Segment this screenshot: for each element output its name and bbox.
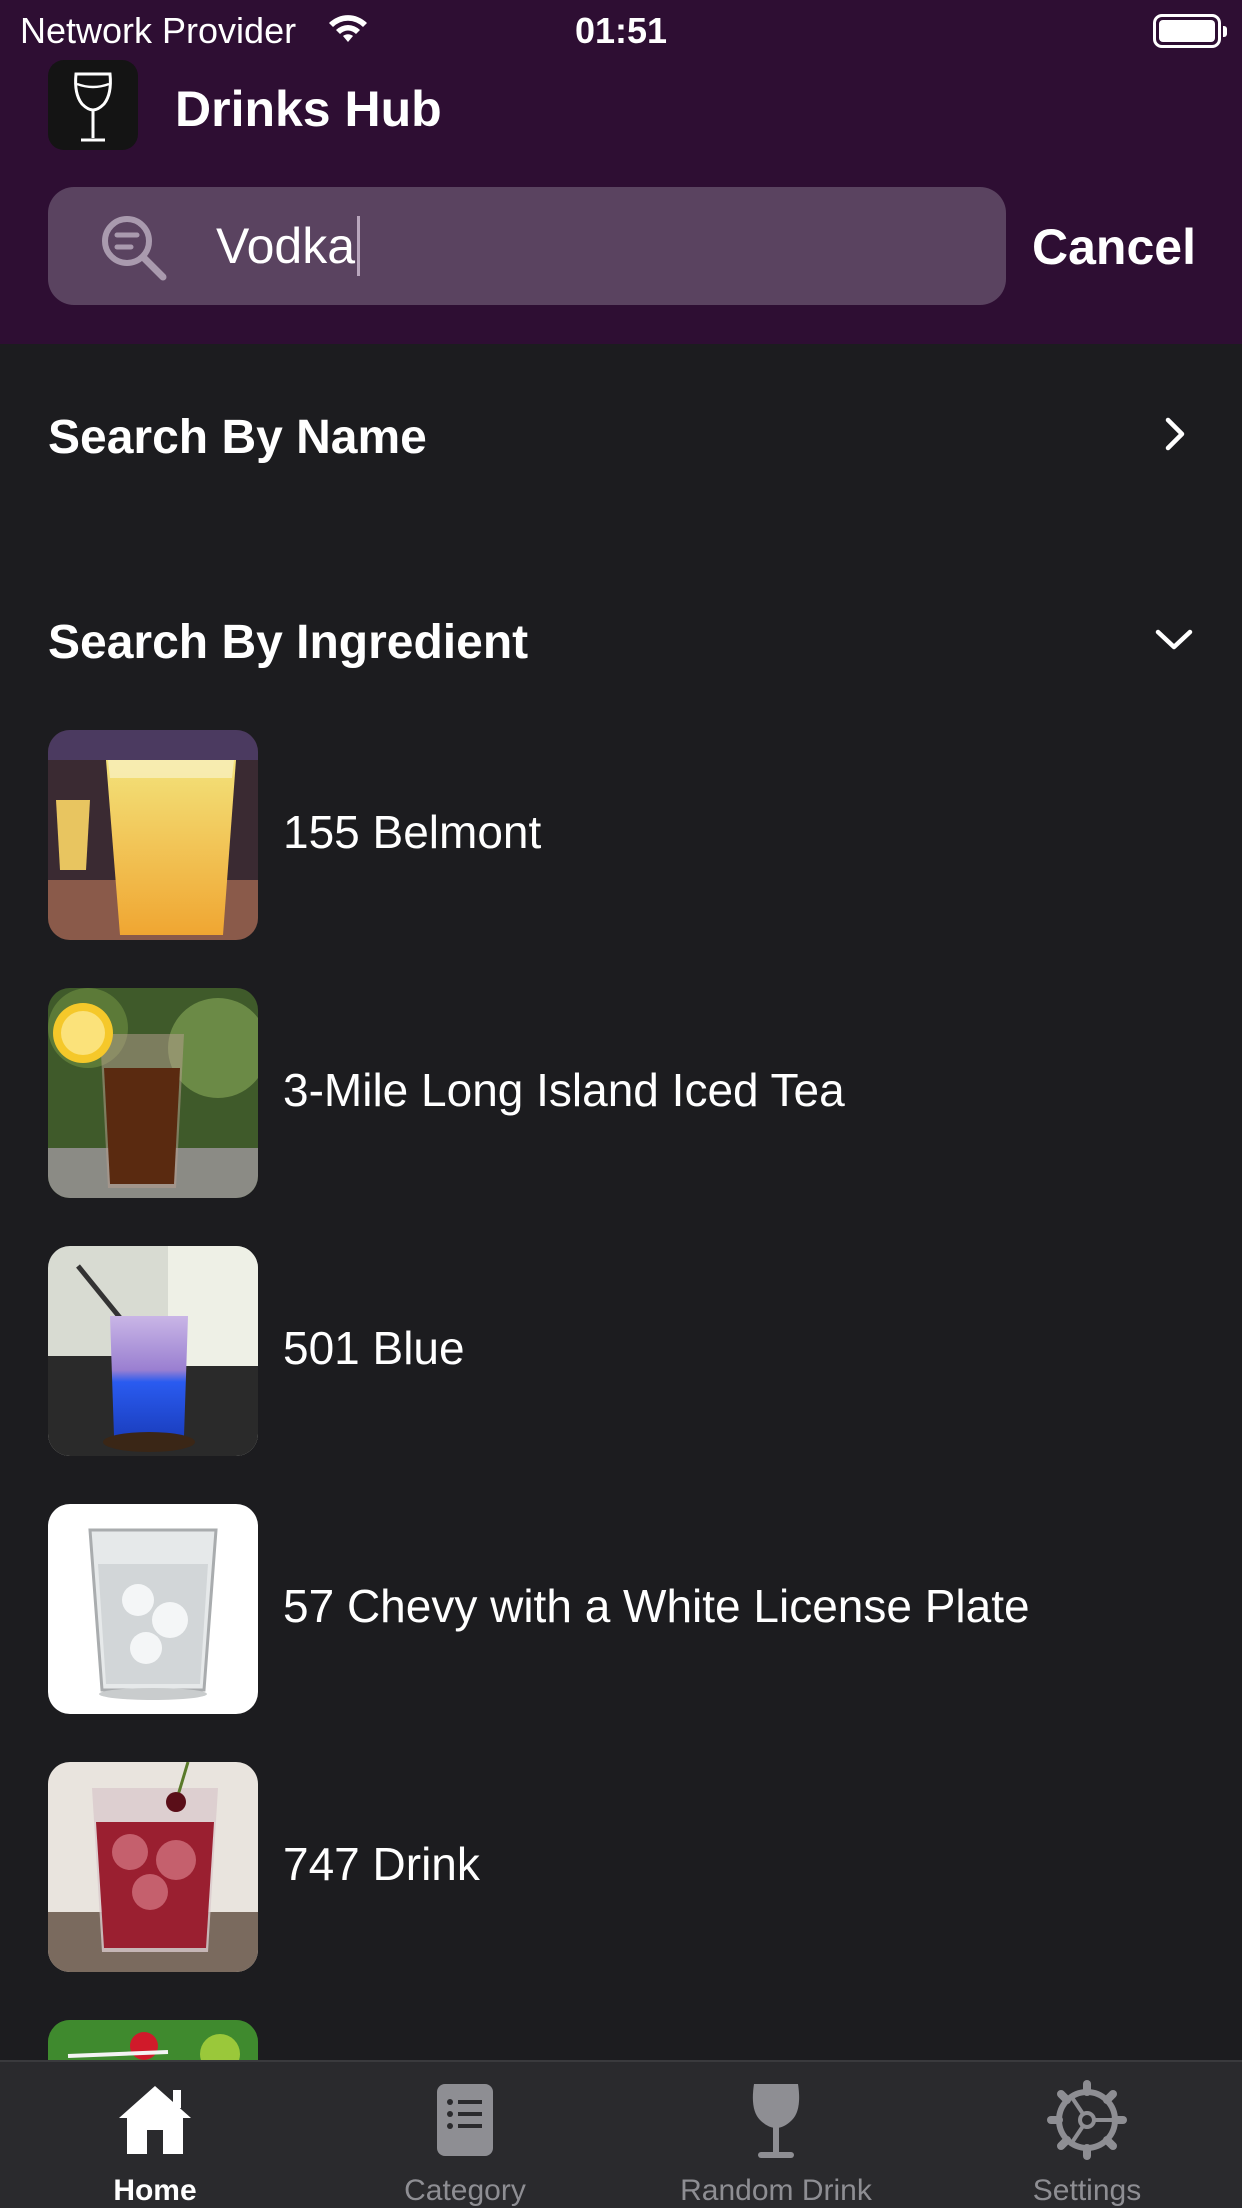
list-item[interactable]: 57 Chevy with a White License Plate <box>48 1504 1198 1714</box>
search-input[interactable]: Vodka <box>216 215 361 276</box>
drink-thumbnail <box>48 1246 258 1456</box>
chevron-down-icon <box>1155 629 1193 650</box>
drink-thumbnail <box>48 1762 258 1972</box>
drink-name: 155 Belmont <box>283 806 542 858</box>
list-item[interactable] <box>48 2020 1198 2060</box>
tab-bar: Home Category Random Drink Settings <box>0 2060 1242 2208</box>
list-item[interactable]: 747 Drink <box>48 1762 1198 1972</box>
tab-category[interactable]: Category <box>310 2062 620 2208</box>
cancel-button[interactable]: Cancel <box>1032 218 1196 276</box>
tab-random-drink[interactable]: Random Drink <box>621 2062 931 2208</box>
wine-glass-icon <box>752 2084 800 2158</box>
gear-icon <box>1047 2080 1127 2160</box>
search-by-name-row[interactable]: Search By Name <box>48 390 1194 480</box>
list-item[interactable]: 155 Belmont <box>48 730 1198 940</box>
battery-icon <box>1153 14 1227 48</box>
search-input-value: Vodka <box>216 218 356 274</box>
search-by-ingredient-title: Search By Ingredient <box>48 616 529 669</box>
search-by-ingredient-row[interactable]: Search By Ingredient <box>48 595 1194 685</box>
app-title: Drinks Hub <box>175 81 442 137</box>
chevron-right-icon <box>1165 417 1185 451</box>
drink-thumbnail <box>48 988 258 1198</box>
tab-home[interactable]: Home <box>0 2062 310 2208</box>
drink-name: 747 Drink <box>283 1838 480 1890</box>
drink-name: 3-Mile Long Island Iced Tea <box>283 1064 845 1116</box>
wine-glass-icon <box>74 72 112 142</box>
house-icon <box>119 2086 191 2154</box>
drink-thumbnail <box>48 1504 258 1714</box>
list-icon <box>437 2084 493 2156</box>
tab-label: Settings <box>1032 2174 1142 2207</box>
drink-name: 501 Blue <box>283 1322 465 1374</box>
text-caret <box>357 215 361 276</box>
drink-thumbnail <box>48 730 258 940</box>
app-header: Network Provider 01:51 Drinks Hub Vodka … <box>0 0 1242 344</box>
list-item[interactable]: 3-Mile Long Island Iced Tea <box>48 988 1198 1198</box>
tab-label: Category <box>404 2174 526 2207</box>
list-item[interactable]: 501 Blue <box>48 1246 1198 1456</box>
drink-thumbnail <box>48 2020 258 2060</box>
status-time: 01:51 <box>574 10 668 51</box>
app-logo <box>48 60 138 150</box>
search-by-name-title: Search By Name <box>48 411 427 464</box>
drink-name: 57 Chevy with a White License Plate <box>283 1580 1030 1632</box>
drink-list: 155 Belmont 3-Mile Long Island Iced Tea <box>0 728 1242 2060</box>
search-bar[interactable]: Vodka <box>48 187 1006 305</box>
tab-settings[interactable]: Settings <box>932 2062 1242 2208</box>
search-icon <box>102 216 167 281</box>
tab-label: Random Drink <box>680 2174 872 2207</box>
tab-label: Home <box>113 2174 197 2207</box>
status-bar: Network Provider 01:51 <box>0 0 1242 64</box>
